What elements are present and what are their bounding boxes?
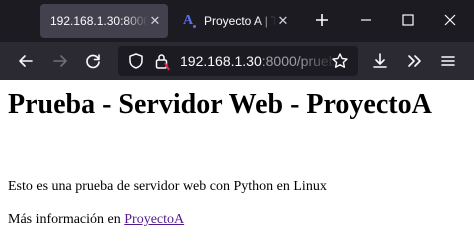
url-host: 192.168.1.30: [180, 53, 262, 69]
maximize-icon[interactable]: [398, 10, 418, 30]
new-tab-icon[interactable]: [312, 10, 332, 30]
window-close-icon[interactable]: [440, 10, 460, 30]
more-info-paragraph: Más información en ProyectoA: [8, 211, 184, 229]
url-text[interactable]: 192.168.1.30:8000/prueba: [180, 53, 338, 71]
minimize-icon[interactable]: [356, 10, 376, 30]
tab-active[interactable]: 192.168.1.30:8000/prueba ✕: [40, 4, 168, 38]
page-content: Prueba - Servidor Web - ProyectoA Esto e…: [0, 80, 474, 252]
tab-title: Proyecto A | Tutoriales: [204, 14, 276, 28]
shield-icon[interactable]: [126, 51, 146, 71]
description-paragraph: Esto es una prueba de servidor web con P…: [8, 179, 327, 194]
tab-proyecto-a[interactable]: A Proyecto A | Tutoriales ✕: [176, 4, 296, 38]
back-arrow-icon[interactable]: [16, 51, 36, 71]
url-path: :8000/prueba: [261, 53, 338, 69]
close-tab-icon[interactable]: ✕: [276, 13, 290, 29]
tab-strip: 192.168.1.30:8000/prueba ✕ A Proyecto A …: [0, 0, 474, 42]
lock-warning-icon[interactable]: [152, 51, 172, 71]
page-heading: Prueba - Servidor Web - ProyectoA: [8, 89, 432, 120]
hamburger-menu-icon[interactable]: [438, 51, 458, 71]
download-icon[interactable]: [370, 51, 390, 71]
bookmark-star-icon[interactable]: [330, 51, 350, 71]
forward-arrow-icon[interactable]: [50, 51, 70, 71]
proyecto-a-favicon-icon: A: [180, 13, 196, 29]
address-bar[interactable]: 192.168.1.30:8000/prueba: [118, 46, 358, 76]
tab-title: 192.168.1.30:8000/prueba: [50, 14, 148, 28]
nav-toolbar: 192.168.1.30:8000/prueba: [0, 42, 474, 80]
proyecto-a-link[interactable]: ProyectoA: [124, 212, 184, 227]
reload-icon[interactable]: [83, 51, 103, 71]
overflow-chevron-icon[interactable]: [404, 51, 424, 71]
more-info-text: Más información en: [8, 212, 125, 227]
close-tab-icon[interactable]: ✕: [148, 13, 162, 29]
